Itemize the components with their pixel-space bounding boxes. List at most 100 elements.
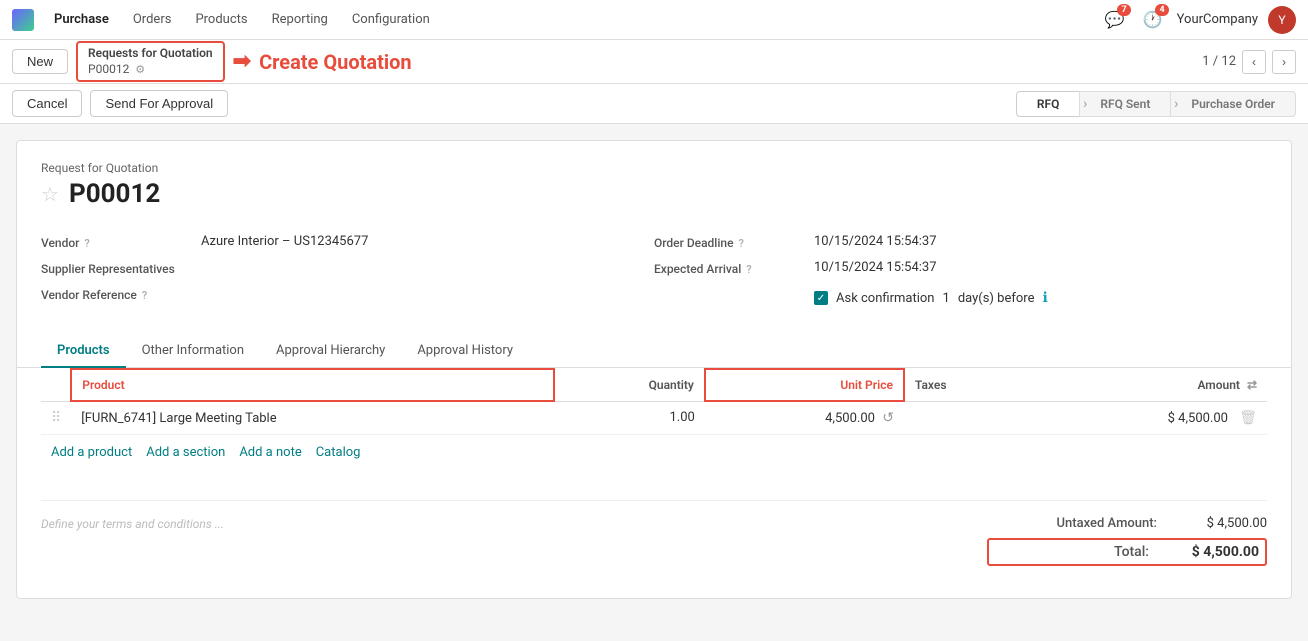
favorite-star-icon[interactable]: ☆ [41,182,59,206]
add-note-link[interactable]: Add a note [239,445,301,460]
supplier-rep-row: Supplier Representatives [41,255,654,281]
untaxed-row: Untaxed Amount: $ 4,500.00 [987,513,1267,534]
tabs: Products Other Information Approval Hier… [17,335,1291,368]
ask-confirmation-row: ✓ Ask confirmation 1 day(s) before ℹ [654,281,1267,315]
tab-approval-hierarchy[interactable]: Approval Hierarchy [260,335,401,368]
add-product-link[interactable]: Add a product [51,445,132,460]
order-deadline-help-icon[interactable]: ? [739,237,744,250]
nav-orders[interactable]: Orders [123,8,182,31]
breadcrumb-title[interactable]: Requests for Quotation [88,46,213,62]
supplier-rep-label: Supplier Representatives [41,260,201,276]
th-quantity: Quantity [554,369,705,401]
add-row-links: Add a product Add a section Add a note C… [41,435,1267,470]
ask-confirmation-checkbox[interactable]: ✓ [814,291,828,305]
expected-arrival-label: Expected Arrival ? [654,260,814,276]
nav-right: 💬 7 🕐 4 YourCompany Y [1101,6,1296,34]
pagination-text: 1 / 12 [1202,54,1236,69]
total-row: Total: $ 4,500.00 [987,538,1267,566]
vendor-ref-row: Vendor Reference ? [41,281,654,307]
create-quotation-label: Create Quotation [259,50,412,74]
create-arrow: ➡ Create Quotation [233,49,412,74]
breadcrumb-bar: New Requests for Quotation P00012 ⚙ ➡ Cr… [0,40,1308,84]
user-avatar[interactable]: Y [1268,6,1296,34]
reset-price-icon[interactable]: ↺ [882,410,894,426]
main-content: Request for Quotation ☆ P00012 Vendor ? … [0,124,1308,615]
status-bar: RFQ › RFQ Sent › Purchase Order [1016,91,1296,117]
th-product: Product [71,369,554,401]
row-amount: $ 4,500.00 🗑 [1022,401,1267,435]
clock-btn[interactable]: 🕐 4 [1139,6,1167,34]
order-deadline-value[interactable]: 10/15/2024 15:54:37 [814,234,1267,249]
send-for-approval-button[interactable]: Send For Approval [90,90,228,117]
ask-confirmation-days[interactable]: 1 [943,291,950,306]
nav-configuration[interactable]: Configuration [342,8,440,31]
untaxed-label: Untaxed Amount: [1057,516,1157,531]
breadcrumb-box: Requests for Quotation P00012 ⚙ [76,41,225,82]
row-drag-handle[interactable]: ⠿ [41,401,71,435]
vendor-row: Vendor ? Azure Interior – US12345677 [41,229,654,255]
th-amount: Amount ⇄ [1022,369,1267,401]
top-nav: Purchase Orders Products Reporting Confi… [0,0,1308,40]
vendor-value[interactable]: Azure Interior – US12345677 [201,234,654,249]
form-title-row: ☆ P00012 [41,179,1267,209]
tab-other-information[interactable]: Other Information [126,335,260,368]
action-bar: Cancel Send For Approval RFQ › RFQ Sent … [0,84,1308,124]
drag-handle-icon[interactable]: ⠿ [51,410,61,426]
nav-products[interactable]: Products [185,8,257,31]
untaxed-value: $ 4,500.00 [1177,516,1267,531]
delete-row-icon[interactable]: 🗑 [1239,410,1257,426]
vendor-ref-label: Vendor Reference ? [41,286,201,302]
breadcrumb-right: 1 / 12 ‹ › [1202,50,1296,74]
status-purchase-order[interactable]: Purchase Order [1170,91,1296,117]
breadcrumb-id: P00012 ⚙ [88,62,213,78]
row-quantity[interactable]: 1.00 [554,401,705,435]
products-table: Product Quantity Unit Price Taxes Amount… [41,368,1267,435]
nav-purchase[interactable]: Purchase [44,8,119,31]
status-rfq[interactable]: RFQ › [1016,91,1081,117]
tab-products[interactable]: Products [41,335,126,368]
catalog-link[interactable]: Catalog [316,445,361,460]
footer-section: Define your terms and conditions ... Unt… [41,501,1267,578]
nav-reporting[interactable]: Reporting [262,8,338,31]
prev-record-btn[interactable]: ‹ [1242,50,1266,74]
status-arrow-2: › [1174,96,1178,112]
next-record-btn[interactable]: › [1272,50,1296,74]
notifications-btn[interactable]: 💬 7 [1101,6,1129,34]
vendor-ref-help-icon[interactable]: ? [142,289,147,302]
company-name[interactable]: YourCompany [1177,12,1258,27]
gear-icon[interactable]: ⚙ [135,63,145,76]
row-taxes[interactable] [904,401,1022,435]
right-fields: Order Deadline ? 10/15/2024 15:54:37 Exp… [654,229,1267,315]
status-arrow-1: › [1083,96,1087,112]
row-product[interactable]: [FURN_6741] Large Meeting Table [71,401,554,435]
form-fields: Vendor ? Azure Interior – US12345677 Sup… [41,229,1267,315]
order-deadline-label: Order Deadline ? [654,234,814,250]
confirmation-row: ✓ Ask confirmation 1 day(s) before ℹ [814,286,1048,310]
expected-arrival-help-icon[interactable]: ? [746,263,751,276]
status-rfq-sent[interactable]: RFQ Sent › [1079,91,1171,117]
table-header-row: Product Quantity Unit Price Taxes Amount… [41,369,1267,401]
form-subtitle: Request for Quotation [41,161,1267,175]
new-button[interactable]: New [12,49,68,74]
row-unit-price[interactable]: 4,500.00 ↺ [705,401,904,435]
cancel-button[interactable]: Cancel [12,90,82,117]
app-logo [12,9,34,31]
total-label: Total: [1114,544,1149,560]
vendor-help-icon[interactable]: ? [84,237,89,250]
terms-area[interactable]: Define your terms and conditions ... [41,501,987,578]
table-row: ⠿ [FURN_6741] Large Meeting Table 1.00 4… [41,401,1267,435]
form-id: P00012 [69,179,160,209]
spacer [41,470,1267,500]
notifications-badge: 7 [1117,4,1130,16]
th-unit-price: Unit Price [705,369,904,401]
info-icon[interactable]: ℹ [1043,290,1048,306]
expected-arrival-row: Expected Arrival ? 10/15/2024 15:54:37 [654,255,1267,281]
nav-menu: Purchase Orders Products Reporting Confi… [44,8,1101,31]
clock-badge: 4 [1155,4,1168,16]
expected-arrival-value[interactable]: 10/15/2024 15:54:37 [814,260,1267,275]
add-section-link[interactable]: Add a section [146,445,225,460]
days-before-label: day(s) before [958,291,1035,306]
tab-approval-history[interactable]: Approval History [401,335,529,368]
form-card: Request for Quotation ☆ P00012 Vendor ? … [16,140,1292,599]
columns-settings-icon[interactable]: ⇄ [1247,378,1257,392]
